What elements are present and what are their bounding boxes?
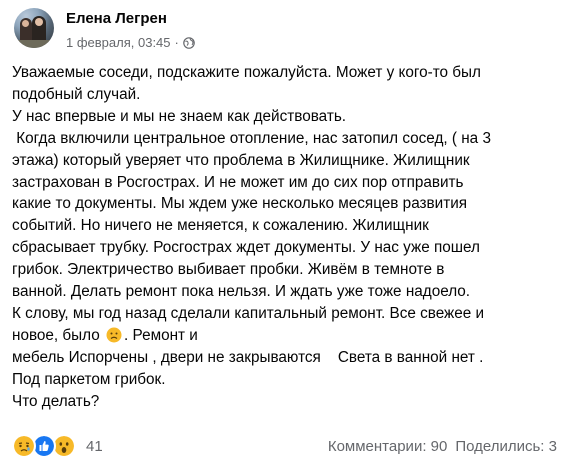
body-line: Что делать?	[12, 392, 100, 410]
author-name[interactable]: Елена Легрен	[66, 10, 167, 27]
body-line-with-emoji: новое, было . Ремонт и	[12, 325, 557, 347]
body-line: подобный случай.	[12, 85, 141, 103]
body-line: этажа) который уверяет что проблема в Жи…	[12, 151, 470, 169]
reaction-count[interactable]: 41	[86, 438, 103, 455]
body-line: У нас впервые и мы не знаем как действов…	[12, 107, 347, 125]
body-line: мебель Испорчены , двери не закрываются …	[12, 348, 484, 366]
body-line: сбрасывает трубку. Росгострах ждет докум…	[12, 239, 480, 257]
body-line: какие то документы. Мы ждем уже нескольк…	[12, 195, 468, 213]
post-header: Елена Легрен 1 февраля, 03:45 ·	[14, 8, 544, 56]
post-meta: 1 февраля, 03:45 ·	[66, 35, 195, 50]
comments-count-link[interactable]: Комментарии: 90	[328, 438, 448, 455]
body-line: Под паркетом грибок.	[12, 370, 166, 388]
body-line: ванной. Делать ремонт пока нельзя. И жда…	[12, 283, 471, 301]
shares-count-link[interactable]: Поделились: 3	[455, 438, 557, 455]
post-timestamp[interactable]: 1 февраля, 03:45	[66, 35, 171, 50]
body-line: Уважаемые соседи, подскажите пожалуйста.…	[12, 64, 481, 81]
author-avatar[interactable]	[14, 8, 54, 48]
sad-reaction-icon[interactable]	[12, 434, 36, 458]
sad-face-emoji	[106, 327, 122, 343]
meta-separator: ·	[174, 35, 179, 50]
reaction-icons[interactable]	[12, 434, 76, 458]
globe-icon[interactable]	[183, 36, 195, 49]
post-body: Уважаемые соседи, подскажите пожалуйста.…	[12, 62, 557, 413]
body-line: Когда включили центральное отопление, на…	[12, 129, 491, 147]
reactions-bar: 41 Комментарии: 90 Поделились: 3	[12, 432, 557, 460]
body-text: новое, было	[12, 326, 105, 344]
body-line: событий. Но ничего не меняется, к сожале…	[12, 217, 429, 235]
body-line: застрахован в Росгострах. И не может им …	[12, 173, 464, 191]
body-line: грибок. Электричество выбивает пробки. Ж…	[12, 261, 445, 279]
body-text: . Ремонт и	[124, 326, 198, 344]
body-line: К слову, мы год назад сделали капитальны…	[12, 304, 485, 322]
